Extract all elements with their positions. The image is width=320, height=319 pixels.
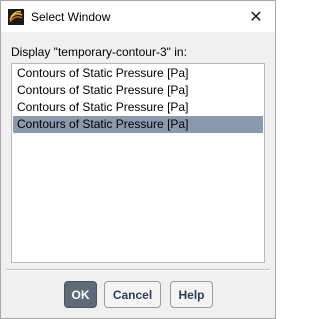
prompt-label: Display "temporary-contour-3" in: [11, 45, 187, 59]
window-listbox[interactable]: Contours of Static Pressure [Pa] Contour… [11, 63, 265, 263]
app-icon [8, 9, 24, 25]
list-item[interactable]: Contours of Static Pressure [Pa] [13, 65, 263, 82]
dialog-body: Display "temporary-contour-3" in: Contou… [6, 37, 270, 267]
list-item[interactable]: Contours of Static Pressure [Pa] [13, 99, 263, 116]
footer-divider [6, 269, 270, 271]
window-title: Select Window [31, 10, 111, 24]
list-item-selected[interactable]: Contours of Static Pressure [Pa] [13, 116, 263, 133]
close-icon[interactable]: ✕ [241, 1, 271, 31]
ok-button[interactable]: OK [64, 281, 97, 308]
title-bar[interactable]: Select Window ✕ [1, 1, 275, 32]
help-button[interactable]: Help [170, 281, 213, 308]
list-item[interactable]: Contours of Static Pressure [Pa] [13, 82, 263, 99]
select-window-dialog: Select Window ✕ Display "temporary-conto… [0, 0, 276, 319]
cancel-button[interactable]: Cancel [104, 281, 161, 308]
